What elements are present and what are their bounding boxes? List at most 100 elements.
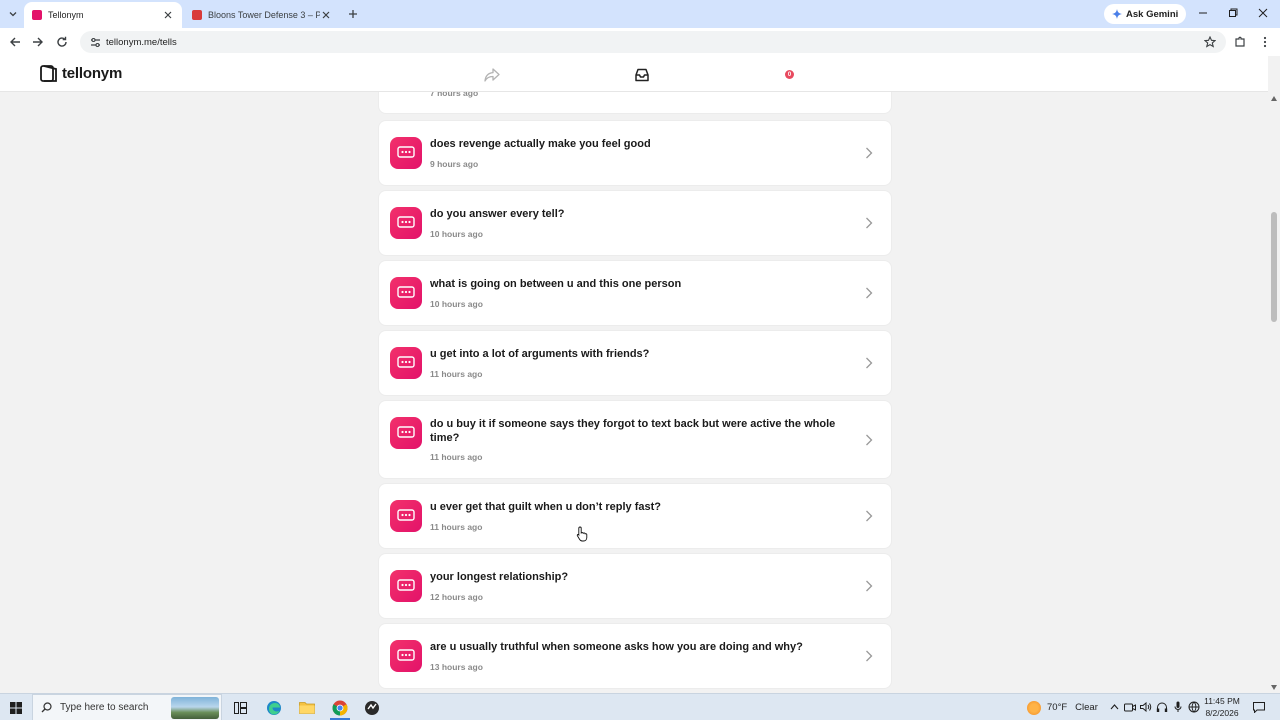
arrow-left-icon xyxy=(10,37,20,47)
tell-card[interactable]: does revenge actually make you feel good… xyxy=(379,121,891,185)
forward-button[interactable] xyxy=(29,33,47,51)
task-view-icon xyxy=(233,701,247,714)
message-bubble-icon xyxy=(390,500,422,532)
tell-card[interactable]: u ever get that guilt when u don’t reply… xyxy=(379,484,891,548)
scroll-down-arrow-icon[interactable] xyxy=(1270,683,1278,691)
notification-center-button[interactable] xyxy=(1252,700,1266,714)
start-button[interactable] xyxy=(6,697,26,718)
tell-card[interactable]: u get into a lot of arguments with frien… xyxy=(379,331,891,395)
tell-time: 10 hours ago xyxy=(430,229,483,239)
tell-time: 10 hours ago xyxy=(430,299,483,309)
bloons-favicon-icon xyxy=(192,10,202,20)
tell-text: do you answer every tell? xyxy=(430,208,565,220)
restore-icon xyxy=(1229,8,1238,17)
hand-cursor-icon xyxy=(576,526,588,547)
close-icon[interactable] xyxy=(320,9,332,21)
task-view-button[interactable] xyxy=(230,697,250,718)
tell-card[interactable]: are u usually truthful when someone asks… xyxy=(379,624,891,688)
chevron-right-icon xyxy=(863,649,875,663)
browser-toolbar: tellonym.me/tells xyxy=(0,28,1280,56)
minimize-icon xyxy=(1199,12,1207,14)
new-tab-button[interactable] xyxy=(344,5,362,23)
tell-card[interactable]: do u buy it if someone says they forgot … xyxy=(379,401,891,478)
message-bubble-icon xyxy=(390,640,422,672)
back-button[interactable] xyxy=(6,33,24,51)
tell-text: does revenge actually make you feel good xyxy=(430,138,651,150)
message-bubble-icon xyxy=(390,277,422,309)
tell-card[interactable]: your longest relationship? 12 hours ago xyxy=(379,554,891,618)
scrollbar-thumb[interactable] xyxy=(1271,212,1277,322)
tab-bloons[interactable]: Bloons Tower Defense 3 – Play xyxy=(184,2,340,28)
search-highlight-image xyxy=(171,697,219,719)
tell-text: are u usually truthful when someone asks… xyxy=(430,641,803,653)
search-placeholder: Type here to search xyxy=(60,702,149,713)
tell-time: 12 hours ago xyxy=(430,592,483,602)
edge-taskbar-button[interactable] xyxy=(263,697,285,718)
close-icon[interactable] xyxy=(162,9,174,21)
tellonym-logo-icon xyxy=(40,65,57,82)
tab-tellonym[interactable]: Tellonym xyxy=(24,2,182,28)
message-bubble-icon xyxy=(390,347,422,379)
inbox-nav-button[interactable] xyxy=(632,65,652,85)
logo[interactable]: tellonym xyxy=(40,65,122,82)
tray-icon[interactable] xyxy=(1171,699,1185,715)
ask-gemini-button[interactable]: Ask Gemini xyxy=(1104,4,1187,24)
weather-temp: 70°F xyxy=(1047,702,1068,713)
tell-time: 13 hours ago xyxy=(430,662,483,672)
chevron-right-icon xyxy=(863,579,875,593)
taskbar-search-box[interactable]: Type here to search xyxy=(32,694,222,720)
windows-taskbar: Type here to search 70°F Clear 11:45 PM xyxy=(0,693,1280,720)
extensions-button[interactable] xyxy=(1231,33,1249,51)
tell-time: 9 hours ago xyxy=(430,159,479,169)
tell-time: 11 hours ago xyxy=(430,452,483,462)
restore-button[interactable] xyxy=(1222,4,1244,22)
chevron-right-icon xyxy=(863,216,875,230)
tray-icon[interactable] xyxy=(1123,699,1137,715)
share-icon xyxy=(484,68,500,82)
tell-card[interactable]: do you answer every tell? 10 hours ago xyxy=(379,191,891,255)
tray-overflow-button[interactable] xyxy=(1107,699,1121,715)
bookmark-star-icon[interactable] xyxy=(1202,34,1218,50)
page-scrollbar[interactable] xyxy=(1268,92,1280,693)
site-info-icon[interactable] xyxy=(88,35,102,49)
file-explorer-taskbar-button[interactable] xyxy=(296,697,318,718)
notification-badge[interactable]: 0 xyxy=(785,70,794,79)
speaker-icon xyxy=(1140,702,1152,712)
chevron-up-icon xyxy=(1110,704,1118,710)
microphone-icon xyxy=(1174,701,1182,712)
tell-text: your longest relationship? xyxy=(430,571,569,583)
app-circle-icon xyxy=(365,700,379,715)
notification-icon xyxy=(1253,701,1265,713)
tell-card[interactable]: what is going on between u and this one … xyxy=(379,261,891,325)
tray-icon[interactable] xyxy=(1155,699,1169,715)
chevron-right-icon xyxy=(863,433,875,447)
puzzle-icon xyxy=(1235,36,1245,47)
inbox-icon xyxy=(635,68,649,82)
search-icon xyxy=(41,702,52,713)
chevron-right-icon xyxy=(863,146,875,160)
chevron-right-icon xyxy=(863,286,875,300)
system-clock[interactable]: 11:45 PM 8/2/2026 xyxy=(1196,695,1248,719)
message-bubble-icon xyxy=(390,570,422,602)
tell-text: what is going on between u and this one … xyxy=(430,278,682,290)
tab-search-button[interactable] xyxy=(4,5,22,23)
close-window-button[interactable] xyxy=(1252,4,1274,22)
camera-icon xyxy=(1124,703,1136,712)
tell-text: u ever get that guilt when u don’t reply… xyxy=(430,501,662,513)
chrome-taskbar-button[interactable] xyxy=(329,697,351,718)
message-bubble-icon xyxy=(390,137,422,169)
tell-text: u get into a lot of arguments with frien… xyxy=(430,348,650,360)
tray-icon[interactable] xyxy=(1139,699,1153,715)
app-taskbar-button[interactable] xyxy=(361,697,383,718)
address-bar[interactable]: tellonym.me/tells xyxy=(80,31,1226,53)
weather-widget[interactable]: 70°F Clear xyxy=(1027,697,1098,718)
reload-button[interactable] xyxy=(53,33,71,51)
minimize-button[interactable] xyxy=(1192,4,1214,22)
reload-icon xyxy=(57,36,67,47)
chevron-right-icon xyxy=(863,509,875,523)
browser-tab-strip: Tellonym Bloons Tower Defense 3 – Play A… xyxy=(0,0,1280,28)
scroll-up-arrow-icon[interactable] xyxy=(1270,94,1278,102)
share-nav-button[interactable] xyxy=(482,65,502,85)
browser-menu-button[interactable] xyxy=(1256,33,1274,51)
folder-icon xyxy=(299,702,315,714)
